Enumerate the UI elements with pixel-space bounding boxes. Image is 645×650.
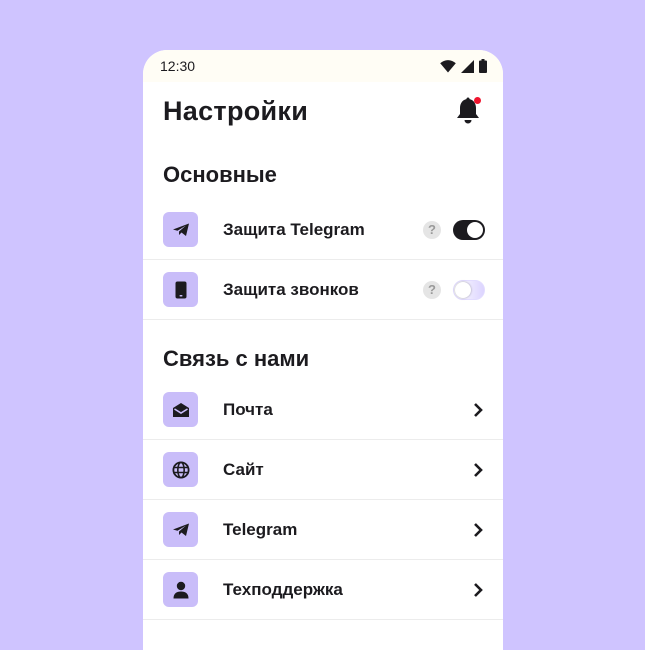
contact-label: Техподдержка — [223, 579, 343, 599]
user-icon-box — [163, 572, 198, 607]
section-title-contact: Связь с нами — [163, 346, 310, 371]
contact-label: Почта — [223, 399, 273, 419]
chevron-right-icon — [471, 582, 485, 597]
phone-icon — [175, 281, 186, 298]
notification-dot — [474, 97, 481, 104]
mail-icon-box — [163, 392, 198, 427]
contact-row-mail[interactable]: Почта — [143, 380, 503, 440]
setting-row-telegram-protection[interactable]: Защита Telegram ? — [143, 200, 503, 260]
contact-row-support[interactable]: Техподдержка — [143, 560, 503, 620]
telegram-icon — [172, 223, 189, 236]
user-icon — [173, 581, 188, 598]
status-time: 12:30 — [160, 58, 196, 74]
telegram-icon-box — [163, 512, 198, 547]
battery-icon — [479, 59, 487, 73]
section-title-main: Основные — [163, 162, 277, 187]
notifications-button[interactable] — [455, 97, 481, 125]
globe-icon-box — [163, 452, 198, 487]
setting-label: Защита звонков — [223, 279, 359, 299]
help-button[interactable]: ? — [423, 220, 441, 239]
setting-label: Защита Telegram — [223, 219, 365, 239]
contact-row-telegram[interactable]: Telegram — [143, 500, 503, 560]
chevron-right-icon — [471, 462, 485, 477]
phone-screen: 12:30 Настройки Основные Защита Telegram… — [143, 50, 503, 650]
contact-label: Сайт — [223, 459, 264, 479]
page-title: Настройки — [163, 95, 309, 126]
help-button[interactable]: ? — [423, 280, 441, 299]
chevron-right-icon — [471, 522, 485, 537]
phone-icon-box — [163, 272, 198, 307]
header: Настройки — [143, 82, 503, 140]
telegram-icon — [172, 523, 189, 536]
signal-icon — [461, 59, 474, 73]
status-bar: 12:30 — [143, 50, 503, 82]
contact-row-site[interactable]: Сайт — [143, 440, 503, 500]
mail-icon — [172, 402, 189, 417]
wifi-icon — [440, 59, 456, 72]
toggle-knob — [467, 221, 483, 238]
setting-row-call-protection[interactable]: Защита звонков ? — [143, 260, 503, 320]
contact-label: Telegram — [223, 519, 298, 539]
telegram-protection-toggle[interactable] — [453, 219, 485, 240]
call-protection-toggle[interactable] — [453, 279, 485, 300]
status-icons — [440, 59, 487, 73]
chevron-right-icon — [471, 402, 485, 417]
toggle-knob — [455, 281, 471, 298]
globe-icon — [172, 461, 189, 478]
telegram-icon-box — [163, 212, 198, 247]
